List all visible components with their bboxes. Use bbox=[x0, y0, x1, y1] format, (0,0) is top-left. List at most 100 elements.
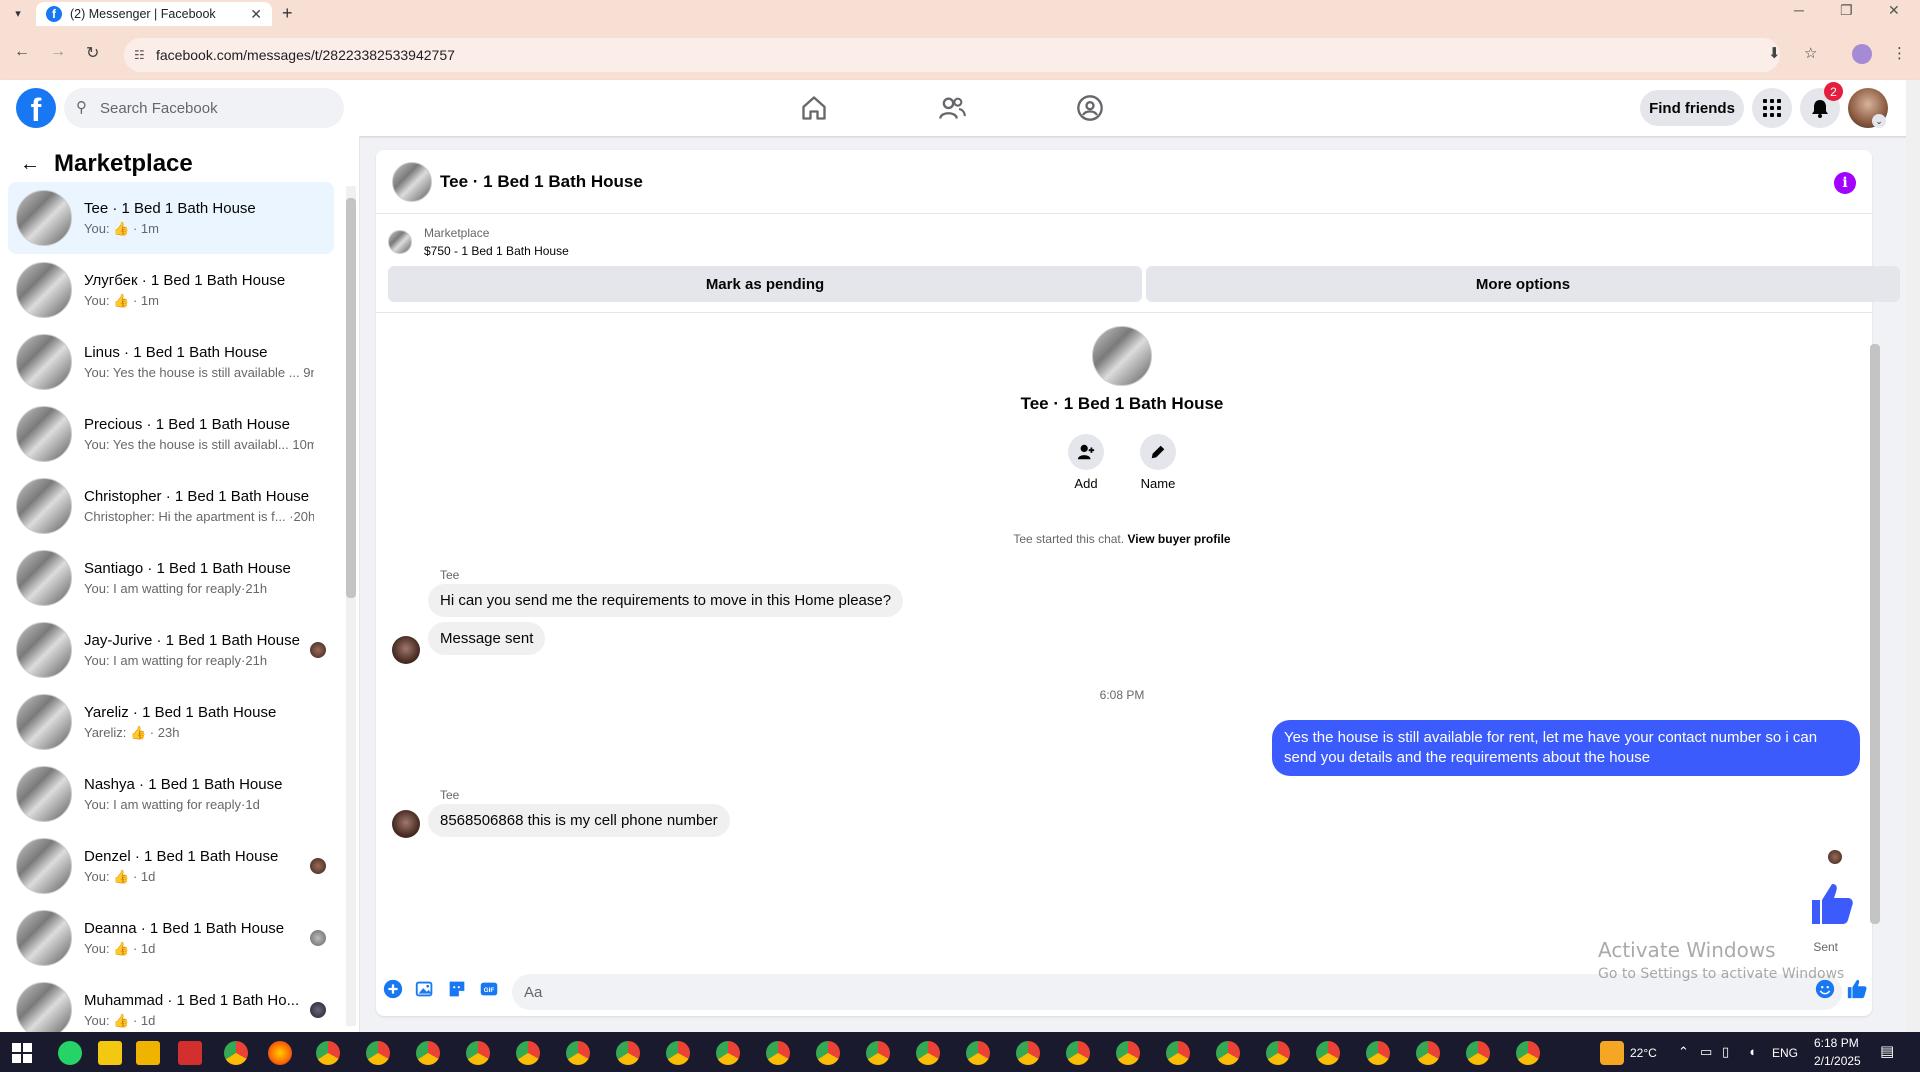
groups-icon[interactable] bbox=[1076, 94, 1104, 122]
firefox-icon[interactable] bbox=[268, 1041, 292, 1065]
chrome-profile-icon[interactable] bbox=[1416, 1041, 1440, 1065]
incoming-message[interactable]: Hi can you send me the requirements to m… bbox=[428, 584, 904, 617]
more-options-button[interactable]: More options bbox=[1146, 266, 1900, 302]
sender-avatar[interactable] bbox=[392, 810, 420, 838]
chrome-profile-icon[interactable] bbox=[1366, 1041, 1390, 1065]
volume-icon[interactable]: ◖ bbox=[1748, 1044, 1756, 1059]
account-chevron-icon[interactable]: ⌄ bbox=[1872, 114, 1886, 128]
chrome-profile-avatar[interactable] bbox=[1852, 44, 1872, 64]
language-indicator[interactable]: ENG bbox=[1772, 1046, 1798, 1060]
chrome-profile-icon[interactable] bbox=[1516, 1041, 1540, 1065]
notification-center-icon[interactable]: ▤ bbox=[1880, 1042, 1894, 1060]
chat-scrollbar[interactable] bbox=[1868, 312, 1880, 952]
minimize-icon[interactable]: ─ bbox=[1794, 2, 1804, 18]
info-icon[interactable]: i bbox=[1834, 172, 1856, 194]
bookmark-star-icon[interactable]: ☆ bbox=[1804, 44, 1817, 62]
chrome-profile-icon[interactable] bbox=[316, 1041, 340, 1065]
chrome-menu-icon[interactable]: ⋮ bbox=[1892, 44, 1907, 62]
page-scrollbar[interactable] bbox=[1906, 80, 1920, 1032]
conversation-item[interactable]: Santiago · 1 Bed 1 Bath House You: I am w… bbox=[8, 542, 334, 614]
reload-icon[interactable]: ↻ bbox=[86, 43, 99, 63]
tab-search-chevron-icon[interactable]: ▾ bbox=[6, 4, 30, 22]
chrome-profile-icon[interactable] bbox=[466, 1041, 490, 1065]
listing-thumbnail[interactable] bbox=[392, 161, 432, 202]
chrome-profile-icon[interactable] bbox=[1216, 1041, 1240, 1065]
find-friends-button[interactable]: Find friends bbox=[1640, 90, 1744, 126]
listing-summary[interactable]: Marketplace $750 - 1 Bed 1 Bath House bbox=[388, 224, 569, 260]
incoming-message[interactable]: 8568506868 this is my cell phone number bbox=[428, 804, 730, 837]
chrome-icon[interactable] bbox=[224, 1041, 248, 1065]
facebook-logo-icon[interactable]: f bbox=[16, 88, 56, 128]
chrome-profile-icon[interactable] bbox=[1266, 1041, 1290, 1065]
conversation-item[interactable]: Denzel · 1 Bed 1 Bath House You: 👍 · 1d bbox=[8, 830, 334, 902]
chrome-profile-icon[interactable] bbox=[716, 1041, 740, 1065]
forward-arrow-icon[interactable]: → bbox=[50, 43, 66, 61]
name-chat-button[interactable] bbox=[1140, 434, 1176, 470]
chrome-profile-icon[interactable] bbox=[966, 1041, 990, 1065]
maximize-icon[interactable]: ❐ bbox=[1840, 2, 1853, 19]
install-app-icon[interactable]: ⬇ bbox=[1768, 44, 1781, 62]
chrome-profile-icon[interactable] bbox=[1166, 1041, 1190, 1065]
url-bar[interactable]: ☷ facebook.com/messages/t/28223382533942… bbox=[124, 38, 1780, 72]
chrome-profile-icon[interactable] bbox=[866, 1041, 890, 1065]
new-tab-icon[interactable]: + bbox=[282, 3, 293, 24]
tab-close-icon[interactable]: ✕ bbox=[250, 6, 262, 23]
conversation-item[interactable]: Precious · 1 Bed 1 Bath House You: Yes th… bbox=[8, 398, 334, 470]
outgoing-message[interactable]: Yes the house is still available for ren… bbox=[1272, 720, 1860, 776]
chrome-profile-icon[interactable] bbox=[616, 1041, 640, 1065]
friends-icon[interactable] bbox=[938, 94, 966, 122]
chat-scroll-thumb[interactable] bbox=[1870, 344, 1880, 924]
chrome-profile-icon[interactable] bbox=[416, 1041, 440, 1065]
browser-tab[interactable]: f (2) Messenger | Facebook ✕ bbox=[36, 2, 272, 26]
file-explorer-icon[interactable] bbox=[136, 1041, 160, 1065]
plus-circle-icon[interactable] bbox=[382, 978, 404, 1000]
weather-icon[interactable] bbox=[1600, 1041, 1624, 1065]
chrome-profile-icon[interactable] bbox=[1066, 1041, 1090, 1065]
app-icon[interactable] bbox=[178, 1041, 202, 1065]
chrome-profile-icon[interactable] bbox=[1316, 1041, 1340, 1065]
conversation-item[interactable]: Christopher · 1 Bed 1 Bath House Christop… bbox=[8, 470, 334, 542]
site-info-icon[interactable]: ☷ bbox=[134, 48, 145, 62]
conversation-item[interactable]: Улугбек · 1 Bed 1 Bath House You: 👍 · 1m bbox=[8, 254, 334, 326]
back-arrow-icon[interactable]: ← bbox=[20, 153, 40, 176]
chrome-profile-icon[interactable] bbox=[666, 1041, 690, 1065]
home-icon[interactable] bbox=[800, 94, 828, 122]
chrome-profile-icon[interactable] bbox=[766, 1041, 790, 1065]
chrome-profile-icon[interactable] bbox=[1116, 1041, 1140, 1065]
window-close-icon[interactable]: ✕ bbox=[1888, 2, 1900, 19]
like-button-icon[interactable] bbox=[1846, 978, 1868, 1000]
clock-date[interactable]: 2/1/2025 bbox=[1814, 1054, 1861, 1068]
conversation-item[interactable]: Deanna · 1 Bed 1 Bath House You: 👍 · 1d bbox=[8, 902, 334, 974]
chat-title[interactable]: Tee · 1 Bed 1 Bath House bbox=[440, 172, 643, 192]
search-input[interactable]: ⚲ Search Facebook bbox=[64, 88, 344, 128]
sidebar-scroll-thumb[interactable] bbox=[346, 198, 356, 598]
temperature[interactable]: 22°C bbox=[1630, 1046, 1657, 1060]
whatsapp-icon[interactable] bbox=[58, 1041, 82, 1065]
conversation-item[interactable]: Muhammad · 1 Bed 1 Bath Ho... You: 👍 · 1d bbox=[8, 974, 334, 1032]
photo-icon[interactable] bbox=[414, 978, 436, 1000]
back-arrow-icon[interactable]: ← bbox=[14, 43, 30, 61]
mark-as-pending-button[interactable]: Mark as pending bbox=[388, 266, 1142, 302]
gif-icon[interactable]: GIF bbox=[478, 978, 500, 1000]
chrome-profile-icon[interactable] bbox=[366, 1041, 390, 1065]
tray-chevron-icon[interactable]: ⌃ bbox=[1678, 1044, 1689, 1060]
menu-grid-button[interactable] bbox=[1752, 88, 1792, 128]
battery-icon[interactable]: ▯ bbox=[1722, 1044, 1729, 1060]
conversation-item[interactable]: Linus · 1 Bed 1 Bath House You: Yes the h… bbox=[8, 326, 334, 398]
chrome-profile-icon[interactable] bbox=[916, 1041, 940, 1065]
sender-avatar[interactable] bbox=[392, 636, 420, 664]
conversation-item[interactable]: Tee · 1 Bed 1 Bath House You: 👍 · 1m bbox=[8, 182, 334, 254]
chrome-profile-icon[interactable] bbox=[566, 1041, 590, 1065]
incoming-message[interactable]: Message sent bbox=[428, 622, 546, 655]
view-buyer-profile-link[interactable]: View buyer profile bbox=[1127, 532, 1230, 546]
sticker-icon[interactable] bbox=[446, 978, 468, 1000]
add-person-button[interactable] bbox=[1068, 434, 1104, 470]
conversation-item[interactable]: Yareliz · 1 Bed 1 Bath House Yareliz: 👍 ·… bbox=[8, 686, 334, 758]
chrome-profile-icon[interactable] bbox=[1016, 1041, 1040, 1065]
network-icon[interactable]: ▭ bbox=[1700, 1044, 1712, 1060]
clock-time[interactable]: 6:18 PM bbox=[1814, 1036, 1859, 1050]
windows-start-icon[interactable] bbox=[12, 1043, 32, 1063]
chrome-profile-icon[interactable] bbox=[1466, 1041, 1490, 1065]
chrome-profile-icon[interactable] bbox=[516, 1041, 540, 1065]
chrome-profile-icon[interactable] bbox=[816, 1041, 840, 1065]
